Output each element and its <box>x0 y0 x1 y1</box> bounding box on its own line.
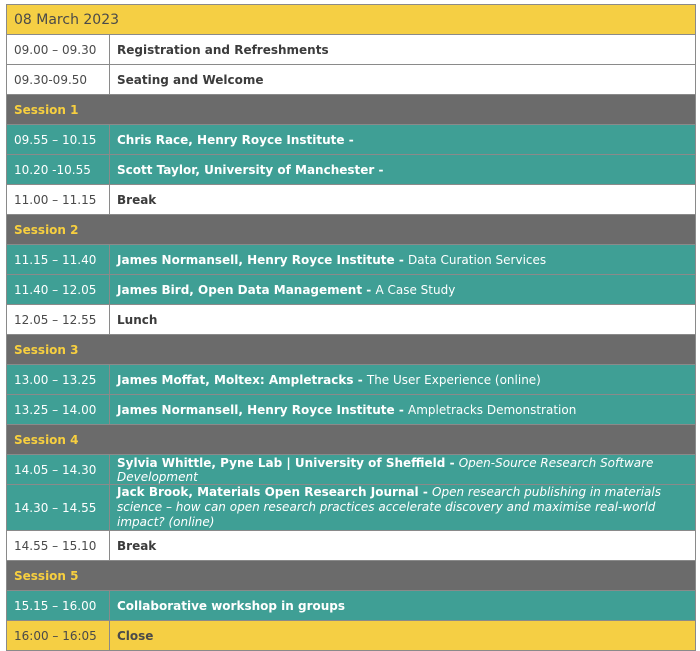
agenda-row: 14.55 – 15.10 Break <box>6 530 696 561</box>
session-label: Session 4 <box>6 424 696 455</box>
time-slot: 15.15 – 16.00 <box>6 590 110 621</box>
session-label: Session 1 <box>6 94 696 125</box>
speaker-name: Seating and Welcome <box>117 72 264 87</box>
agenda-table: 08 March 2023 09.00 – 09.30 Registration … <box>6 4 696 651</box>
separator: - <box>394 252 408 267</box>
agenda-details: Break <box>109 530 696 561</box>
agenda-row: 09.55 – 10.15 Chris Race, Henry Royce Ins… <box>6 124 696 155</box>
agenda-row: 11.40 – 12.05 James Bird, Open Data Manag… <box>6 274 696 305</box>
speaker-name: Lunch <box>117 312 158 327</box>
agenda-details: Close <box>109 620 696 651</box>
time-slot: 13.25 – 14.00 <box>6 394 110 425</box>
talk-title: Data Curation Services <box>408 252 547 267</box>
speaker-name: Registration and Refreshments <box>117 42 329 57</box>
agenda-details: Scott Taylor, University of Manchester - <box>109 154 696 185</box>
separator: - <box>353 372 367 387</box>
agenda-details: James Normansell, Henry Royce Institute … <box>109 394 696 425</box>
speaker-name: Scott Taylor, University of Manchester - <box>117 162 384 177</box>
event-date: 08 March 2023 <box>6 4 696 35</box>
agenda-row: 11.15 – 11.40 James Normansell, Henry Roy… <box>6 244 696 275</box>
speaker-name: Chris Race, Henry Royce Institute - <box>117 132 354 147</box>
time-slot: 12.05 – 12.55 <box>6 304 110 335</box>
agenda-row: 14.30 – 14.55 Jack Brook, Materials Open … <box>6 484 696 531</box>
time-slot: 11.40 – 12.05 <box>6 274 110 305</box>
session-header-row: Session 3 <box>6 334 696 365</box>
agenda-row: 13.00 – 13.25 James Moffat, Moltex: Ample… <box>6 364 696 395</box>
time-slot: 09.55 – 10.15 <box>6 124 110 155</box>
agenda-details: James Moffat, Moltex: Ampletracks - The … <box>109 364 696 395</box>
agenda-details: Lunch <box>109 304 696 335</box>
agenda-row: 12.05 – 12.55 Lunch <box>6 304 696 335</box>
agenda-details: James Normansell, Henry Royce Institute … <box>109 244 696 275</box>
agenda-details: Registration and Refreshments <box>109 34 696 65</box>
time-slot: 11.00 – 11.15 <box>6 184 110 215</box>
talk-title: The User Experience (online) <box>366 372 541 387</box>
time-slot: 09.00 – 09.30 <box>6 34 110 65</box>
separator: - <box>445 455 459 470</box>
time-slot: 11.15 – 11.40 <box>6 244 110 275</box>
session-label: Session 2 <box>6 214 696 245</box>
agenda-row: 16:00 – 16:05 Close <box>6 620 696 651</box>
speaker-name: Sylvia Whittle, Pyne Lab | University of… <box>117 455 446 470</box>
separator: - <box>394 402 408 417</box>
agenda-body: 08 March 2023 09.00 – 09.30 Registration … <box>6 4 696 651</box>
session-header-row: Session 5 <box>6 560 696 591</box>
agenda-details: Jack Brook, Materials Open Research Jour… <box>109 484 696 531</box>
speaker-name: James Bird, Open Data Management <box>117 282 363 297</box>
time-slot: 14.30 – 14.55 <box>6 484 110 531</box>
agenda-details: Chris Race, Henry Royce Institute - <box>109 124 696 155</box>
agenda-details: Seating and Welcome <box>109 64 696 95</box>
agenda-details: Break <box>109 184 696 215</box>
time-slot: 09.30-09.50 <box>6 64 110 95</box>
agenda-row: 10.20 -10.55 Scott Taylor, University of … <box>6 154 696 185</box>
time-slot: 16:00 – 16:05 <box>6 620 110 651</box>
speaker-name: Jack Brook, Materials Open Research Jour… <box>117 485 419 499</box>
agenda-details: Sylvia Whittle, Pyne Lab | University of… <box>109 454 696 485</box>
date-header-row: 08 March 2023 <box>6 4 696 35</box>
session-header-row: Session 1 <box>6 94 696 125</box>
separator: - <box>362 282 376 297</box>
session-header-row: Session 4 <box>6 424 696 455</box>
agenda-row: 09.00 – 09.30 Registration and Refreshmen… <box>6 34 696 65</box>
agenda-details: James Bird, Open Data Management - A Cas… <box>109 274 696 305</box>
agenda-row: 13.25 – 14.00 James Normansell, Henry Roy… <box>6 394 696 425</box>
agenda-row: 14.05 – 14.30 Sylvia Whittle, Pyne Lab | … <box>6 454 696 485</box>
agenda-row: 11.00 – 11.15 Break <box>6 184 696 215</box>
speaker-name: Break <box>117 538 157 553</box>
agenda-row: 15.15 – 16.00 Collaborative workshop in g… <box>6 590 696 621</box>
agenda-row: 09.30-09.50 Seating and Welcome <box>6 64 696 95</box>
time-slot: 14.55 – 15.10 <box>6 530 110 561</box>
time-slot: 13.00 – 13.25 <box>6 364 110 395</box>
session-header-row: Session 2 <box>6 214 696 245</box>
speaker-name: James Normansell, Henry Royce Institute <box>117 252 395 267</box>
session-label: Session 3 <box>6 334 696 365</box>
speaker-name: James Normansell, Henry Royce Institute <box>117 402 395 417</box>
speaker-name: Close <box>117 628 154 643</box>
talk-title: A Case Study <box>375 282 456 297</box>
session-label: Session 5 <box>6 560 696 591</box>
time-slot: 14.05 – 14.30 <box>6 454 110 485</box>
agenda-details: Collaborative workshop in groups <box>109 590 696 621</box>
time-slot: 10.20 -10.55 <box>6 154 110 185</box>
separator: - <box>418 485 433 499</box>
speaker-name: James Moffat, Moltex: Ampletracks <box>117 372 354 387</box>
talk-title: Ampletracks Demonstration <box>408 402 577 417</box>
speaker-name: Break <box>117 192 157 207</box>
speaker-name: Collaborative workshop in groups <box>117 598 345 613</box>
